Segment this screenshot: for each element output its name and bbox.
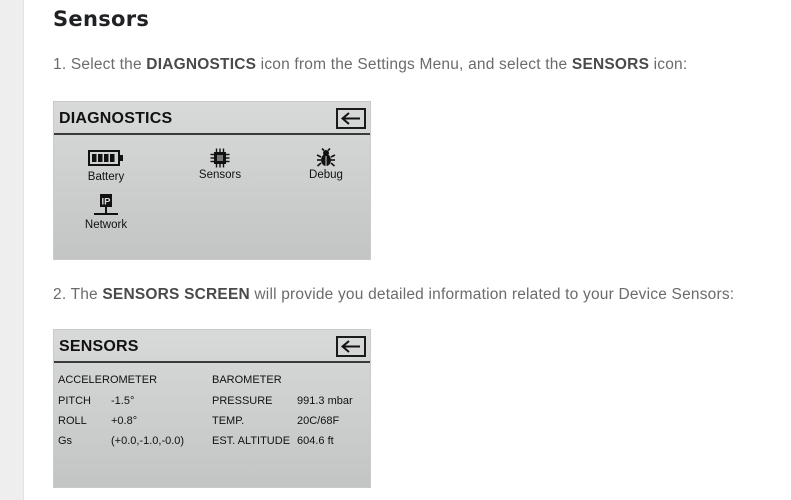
sensors-title: SENSORS <box>59 338 139 355</box>
accelerometer-header: ACCELEROMETER <box>58 374 158 386</box>
temp-label: TEMP. <box>212 415 245 427</box>
network-label: Network <box>84 219 128 231</box>
step-1-number: 1. <box>53 56 67 73</box>
roll-label: ROLL <box>58 415 87 427</box>
diagnostics-header: DIAGNOSTICS <box>54 102 370 135</box>
back-arrow-icon <box>336 108 366 129</box>
section-heading: Sensors <box>53 7 150 31</box>
chip-icon <box>180 146 260 170</box>
debug-label: Debug <box>309 169 343 181</box>
network-ip-icon: IP <box>66 194 146 218</box>
step-1-pre: Select the <box>70 56 142 73</box>
sensors-label: Sensors <box>198 169 242 181</box>
sensors-tile: Sensors <box>180 146 260 181</box>
sensors-screen-image: SENSORS ACCELEROMETER BAROMETER PITCH -1… <box>53 329 371 488</box>
sensors-header: SENSORS <box>54 330 370 363</box>
battery-tile: Battery <box>66 146 146 183</box>
diagnostics-title: DIAGNOSTICS <box>59 110 173 127</box>
gs-label: Gs <box>58 435 73 447</box>
left-rail <box>0 0 24 500</box>
pressure-value: 991.3 mbar <box>297 395 353 407</box>
pitch-label: PITCH <box>58 395 91 407</box>
step-2-text: 2. The SENSORS SCREEN will provide you d… <box>53 286 734 304</box>
gs-value: (+0.0,-1.0,-0.0) <box>111 435 185 447</box>
back-arrow-icon <box>336 336 366 357</box>
step-1-bold-sensors: SENSORS <box>571 56 650 73</box>
network-tile: IP Network <box>66 194 146 231</box>
step-1-bold-diagnostics: DIAGNOSTICS <box>146 56 257 73</box>
bug-icon <box>286 146 366 170</box>
debug-tile: Debug <box>286 146 366 181</box>
step-1-text: 1. Select the DIAGNOSTICS icon from the … <box>53 56 687 74</box>
altitude-label: EST. ALTITUDE <box>212 435 291 447</box>
step-2-pre: The <box>70 286 98 303</box>
pressure-label: PRESSURE <box>212 395 273 407</box>
temp-value: 20C/68F <box>297 415 340 427</box>
altitude-value: 604.6 ft <box>297 435 334 447</box>
roll-value: +0.8° <box>111 415 138 427</box>
battery-label: Battery <box>87 171 125 183</box>
step-2-number: 2. <box>53 286 67 303</box>
step-2-post: will provide you detailed information re… <box>254 286 735 303</box>
barometer-header: BAROMETER <box>212 374 282 386</box>
step-1-post: icon: <box>653 56 688 73</box>
step-1-mid: icon from the Settings Menu, and select … <box>260 56 568 73</box>
network-ip-text: IP <box>102 197 112 208</box>
pitch-value: -1.5° <box>111 395 135 407</box>
step-2-bold-sensors-screen: SENSORS SCREEN <box>102 286 250 303</box>
diagnostics-screen-image: DIAGNOSTICS Battery Sensors Debug IP Net… <box>53 101 371 260</box>
battery-icon <box>66 146 146 170</box>
